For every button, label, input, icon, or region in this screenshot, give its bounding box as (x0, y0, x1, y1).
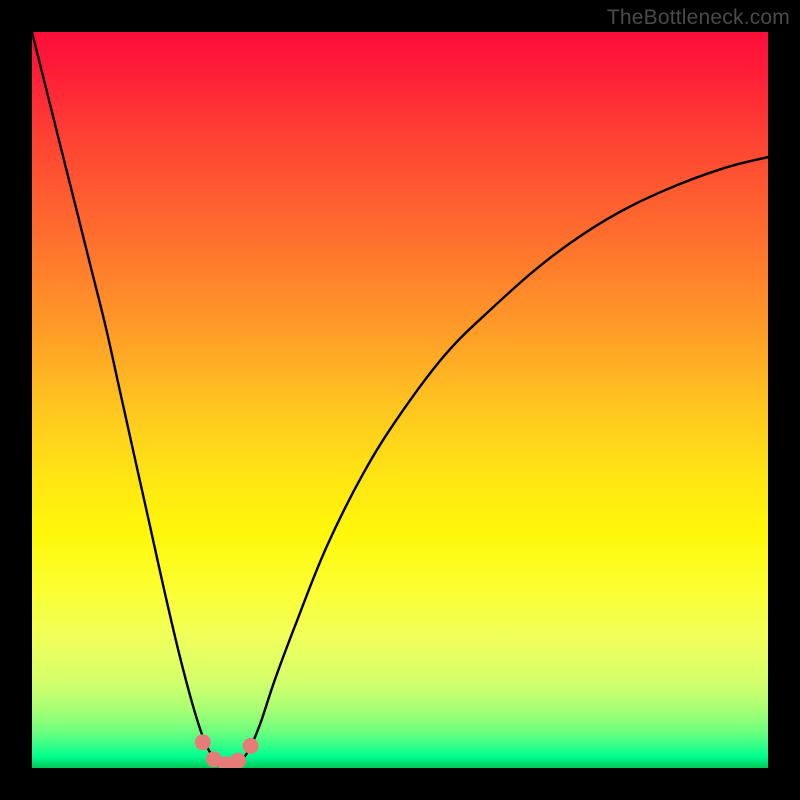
bottleneck-curve (32, 32, 768, 766)
highlight-dots (195, 734, 259, 768)
highlight-dot (230, 753, 246, 768)
highlight-dot (243, 738, 259, 754)
watermark-text: TheBottleneck.com (607, 6, 790, 30)
chart-frame: TheBottleneck.com (0, 0, 800, 800)
plot-area (32, 32, 768, 768)
curve-layer (32, 32, 768, 768)
highlight-dot (195, 734, 211, 750)
